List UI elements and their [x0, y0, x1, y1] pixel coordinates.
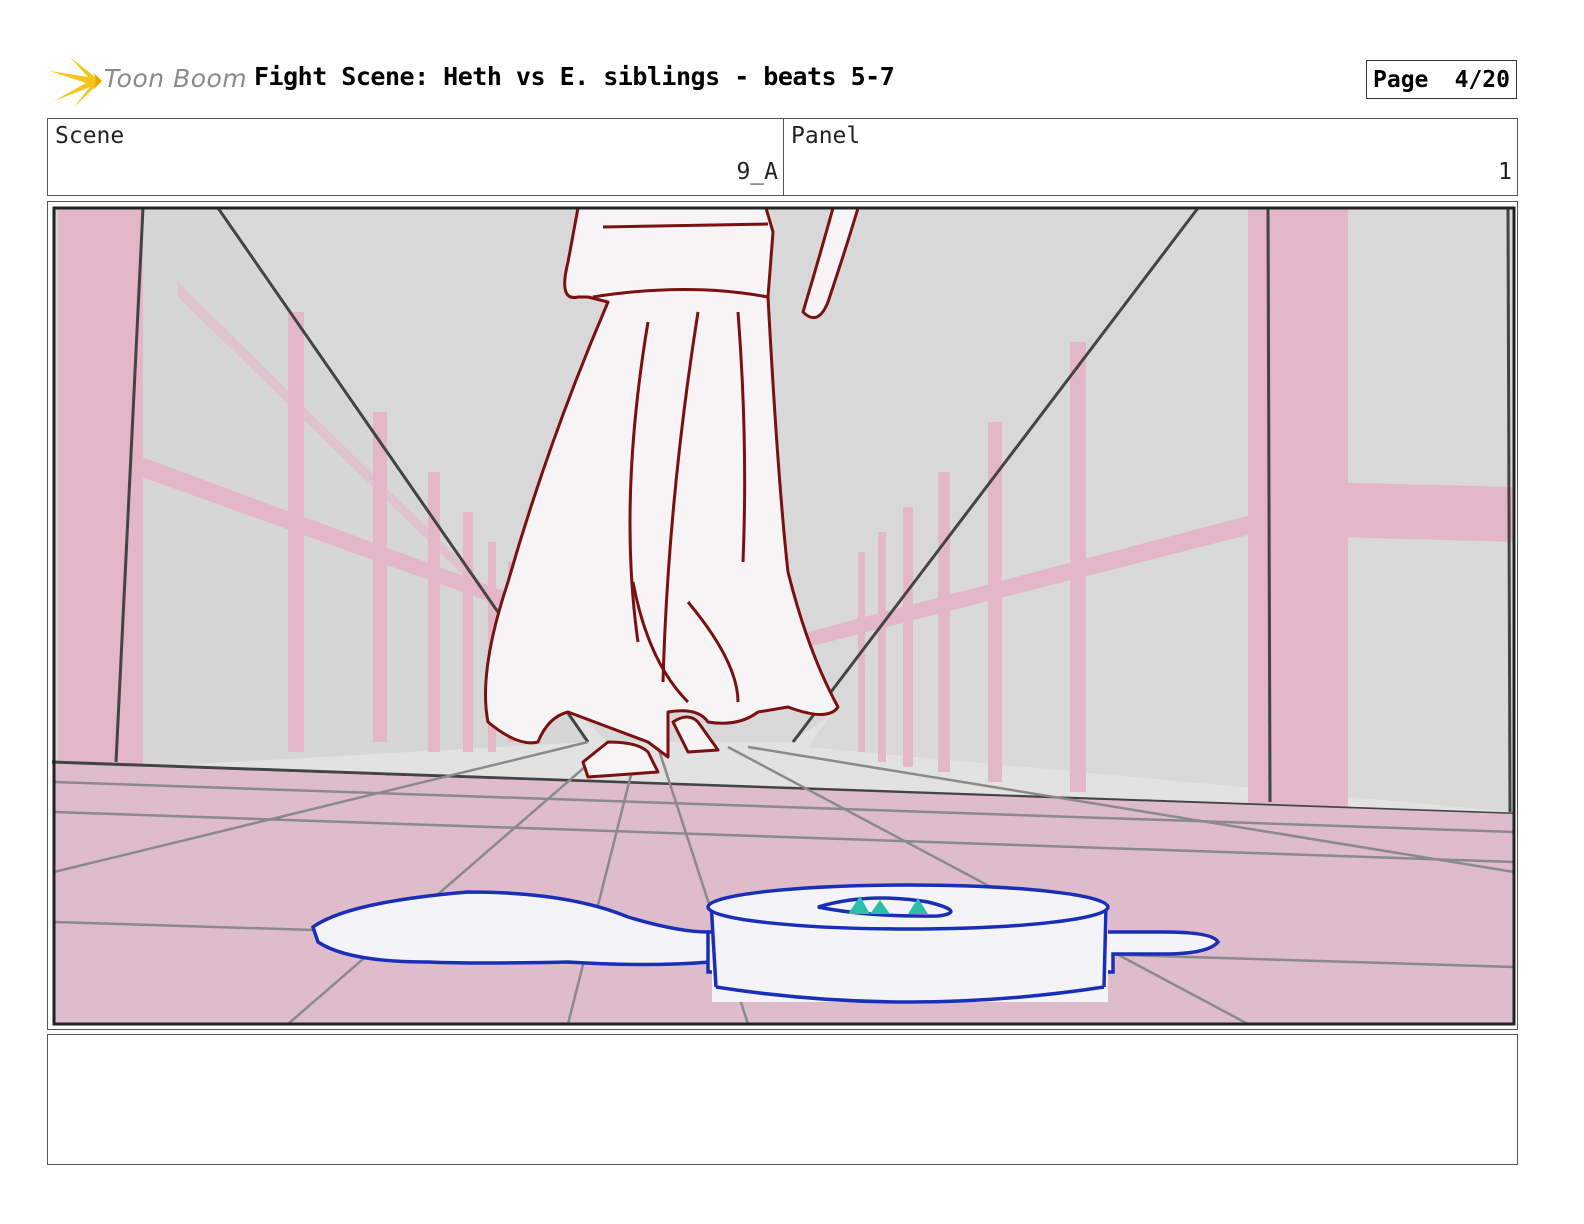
- page-indicator: Page 4/20: [1366, 60, 1517, 99]
- scene-value: 9_A: [736, 159, 778, 185]
- panel-cell: Panel 1: [784, 119, 1517, 195]
- logo-wordmark: Toon Boom: [104, 64, 248, 93]
- document-title: Fight Scene: Heth vs E. siblings - beats…: [254, 62, 895, 91]
- notes-box: [47, 1034, 1518, 1165]
- page-label: Page: [1373, 66, 1429, 93]
- scene-label: Scene: [55, 123, 125, 149]
- page-number: 4/20: [1454, 66, 1510, 93]
- scene-cell: Scene 9_A: [48, 119, 784, 195]
- scene-panel-row: Scene 9_A Panel 1: [47, 118, 1518, 196]
- panel-value: 1: [1498, 159, 1512, 185]
- panel-label: Panel: [791, 123, 861, 149]
- storyboard-drawing: [51, 206, 1516, 1026]
- storyboard-frame: [47, 201, 1518, 1030]
